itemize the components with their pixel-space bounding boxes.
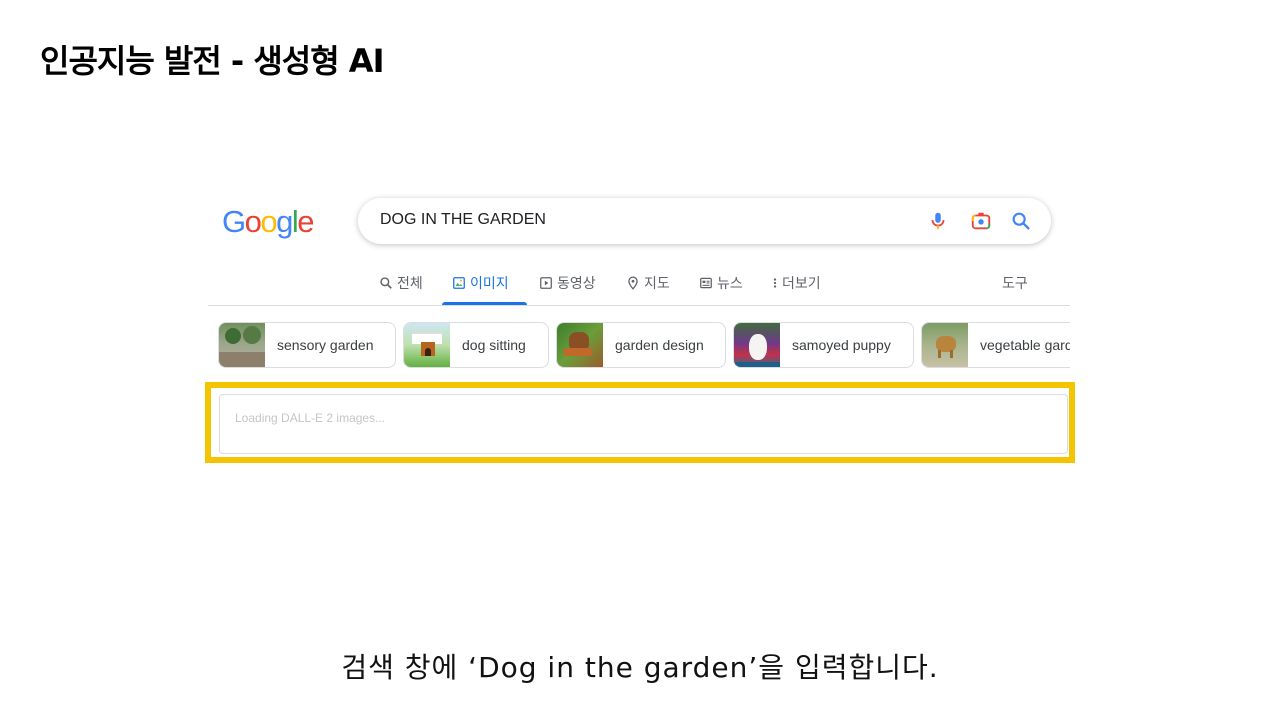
tab-videos[interactable]: 동영상 (539, 272, 596, 294)
news-icon (700, 277, 712, 289)
chip-label: garden design (615, 337, 704, 353)
chip-thumbnail (219, 323, 265, 367)
tools-button[interactable]: 도구 (1002, 272, 1028, 294)
slide: 인공지능 발전 - 생성형 AI Google DOG IN THE GARDE… (0, 0, 1280, 720)
chip-thumbnail (557, 323, 603, 367)
slide-title: 인공지능 발전 - 생성형 AI (40, 42, 384, 80)
logo-letter: o (260, 204, 277, 239)
search-icon (380, 277, 392, 289)
chip-label: dog sitting (462, 337, 526, 353)
tab-news[interactable]: 뉴스 (699, 272, 743, 294)
tab-label: 뉴스 (717, 275, 743, 291)
search-tabs: 전체 이미지 동영상 지도 뉴스 더보기 도구 (208, 262, 1070, 306)
logo-letter: g (276, 204, 293, 239)
chip-garden-design[interactable]: garden design (556, 322, 726, 368)
more-vert-icon (773, 278, 777, 288)
chip-thumbnail (734, 323, 780, 367)
chip-dog-sitting[interactable]: dog sitting (403, 322, 549, 368)
map-pin-icon (628, 276, 638, 290)
tab-images[interactable]: 이미지 (452, 272, 509, 294)
logo-letter: e (297, 204, 314, 239)
search-input[interactable] (380, 211, 900, 229)
chip-sensory-garden[interactable]: sensory garden (218, 322, 396, 368)
related-searches-chips: sensory garden dog sitting garden design… (218, 322, 1070, 370)
tab-label: 동영상 (557, 275, 596, 291)
chip-label: sensory garden (277, 337, 374, 353)
tab-maps[interactable]: 지도 (626, 272, 670, 294)
play-icon (540, 277, 552, 289)
tab-all[interactable]: 전체 (379, 272, 423, 294)
chip-thumbnail (404, 323, 450, 367)
highlight-box (205, 382, 1075, 463)
tab-label: 이미지 (470, 275, 509, 291)
chip-samoyed-puppy[interactable]: samoyed puppy (733, 322, 914, 368)
search-bar[interactable] (358, 198, 1051, 244)
tab-label: 더보기 (782, 275, 821, 291)
camera-lens-icon[interactable] (970, 210, 992, 232)
google-logo[interactable]: Google (222, 204, 314, 240)
chip-label: samoyed puppy (792, 337, 891, 353)
image-icon (453, 277, 465, 289)
logo-letter: o (244, 204, 262, 239)
chip-vegetable-garden[interactable]: vegetable garden (921, 322, 1070, 368)
slide-caption: 검색 창에 ‘Dog in the garden’을 입력합니다. (341, 651, 939, 684)
tab-label: 지도 (644, 275, 670, 291)
tools-label: 도구 (1002, 275, 1028, 291)
chip-thumbnail (922, 323, 968, 367)
chip-label: vegetable garden (980, 337, 1070, 353)
logo-letter: G (222, 204, 246, 239)
tab-more[interactable]: 더보기 (772, 272, 821, 294)
microphone-icon[interactable] (927, 210, 949, 232)
active-tab-indicator (442, 302, 527, 305)
tab-label: 전체 (397, 275, 423, 291)
search-icon[interactable] (1010, 210, 1032, 232)
